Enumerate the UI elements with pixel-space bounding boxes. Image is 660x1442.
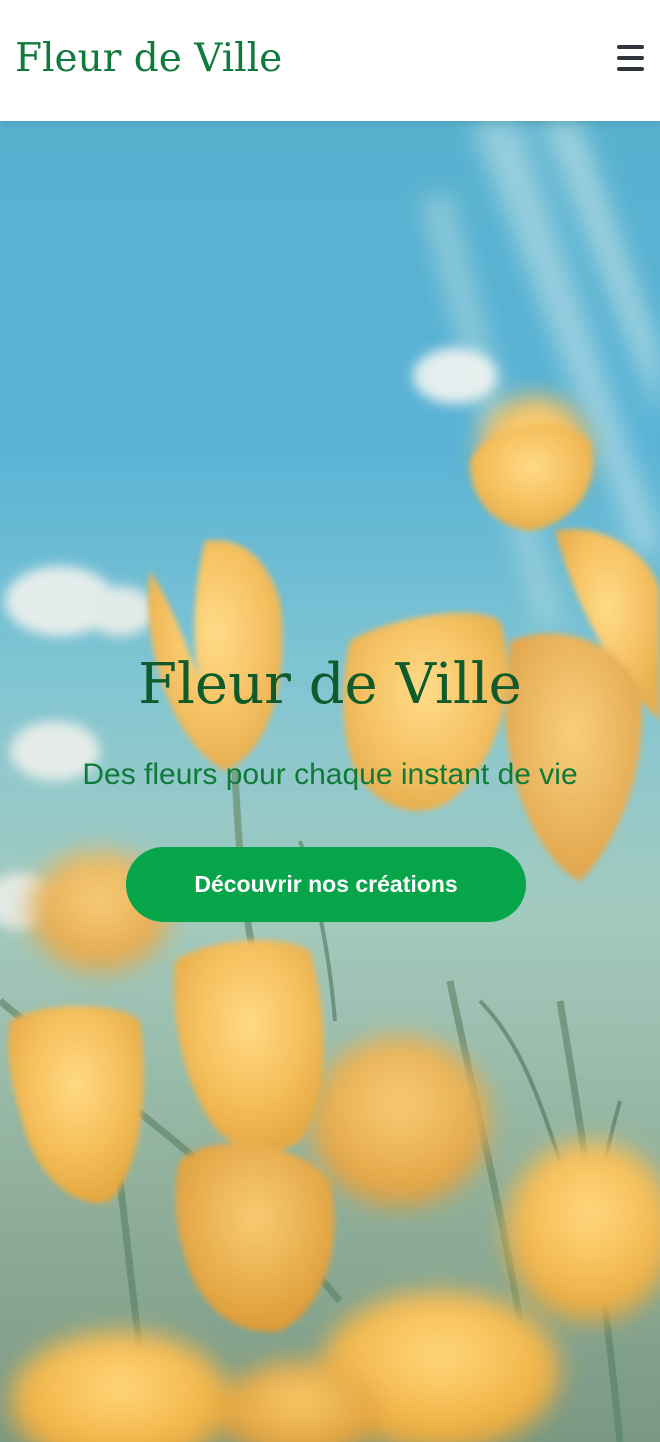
hero-section: Fleur de Ville Des fleurs pour chaque in… (0, 121, 660, 1442)
discover-creations-button[interactable]: Découvrir nos créations (126, 847, 526, 922)
hamburger-menu-icon[interactable] (610, 40, 650, 80)
menu-bar (617, 67, 644, 71)
hero-content: Fleur de Ville Des fleurs pour chaque in… (0, 121, 660, 1442)
menu-bar (617, 45, 644, 49)
site-logo[interactable]: Fleur de Ville (15, 34, 282, 84)
hero-title: Fleur de Ville (138, 652, 522, 717)
hero-subtitle: Des fleurs pour chaque instant de vie (82, 758, 578, 791)
site-header: Fleur de Ville (0, 0, 660, 121)
menu-bar (617, 56, 644, 60)
